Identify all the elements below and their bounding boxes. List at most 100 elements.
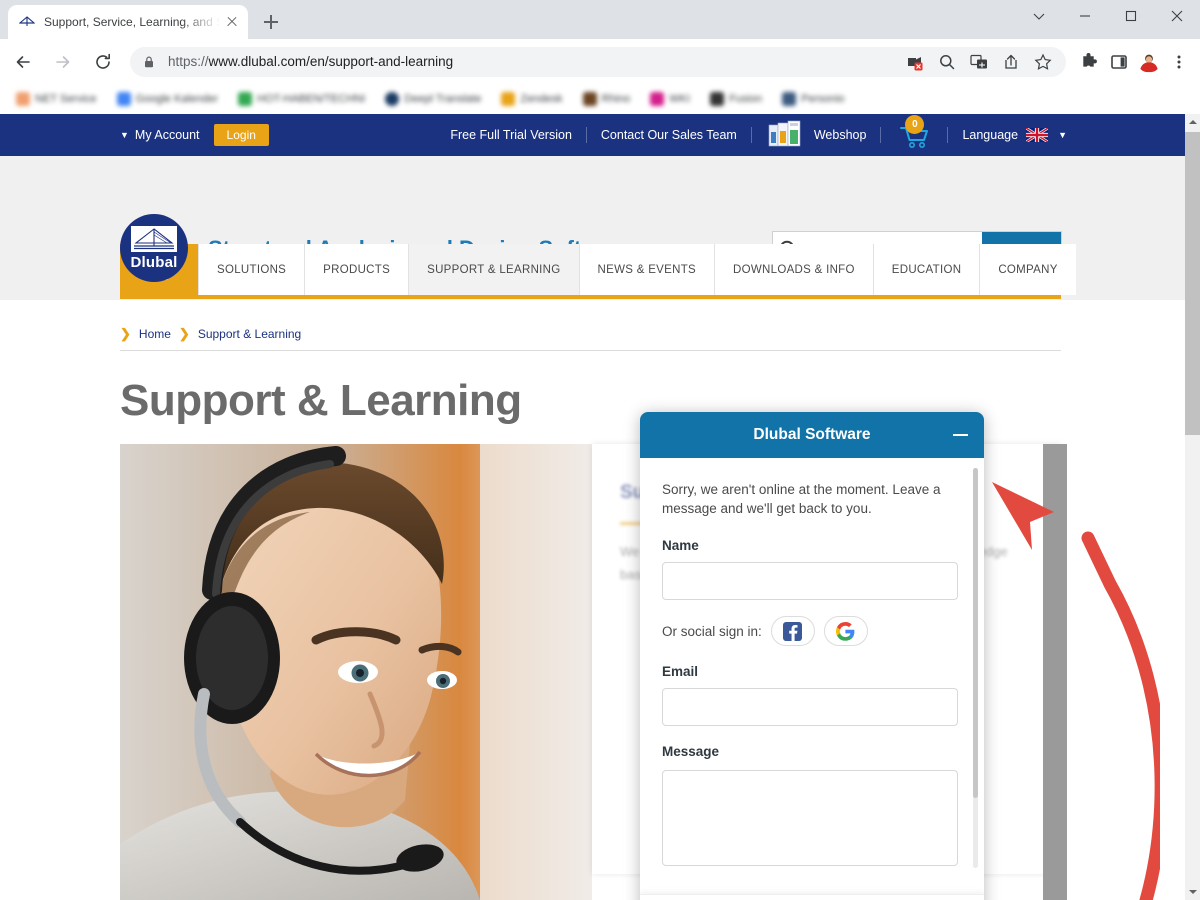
bookmark-label: Fusion (729, 93, 763, 105)
dlubal-logo[interactable]: Dlubal (120, 214, 188, 282)
site-utility-bar: ▼ My Account Login Free Full Trial Versi… (0, 114, 1185, 156)
browser-tabstrip-area: Support, Service, Learning, and S (0, 0, 1200, 39)
tab-close-icon[interactable] (224, 14, 240, 30)
login-button[interactable]: Login (213, 124, 269, 146)
url-rest: www.dlubal.com/en/support-and-learning (208, 54, 454, 69)
reload-icon[interactable] (86, 45, 120, 79)
bookmark-favicon-icon (116, 92, 131, 106)
bookmark-label: Rhino (601, 93, 631, 105)
bookmark-favicon-icon (782, 92, 797, 106)
uk-flag-icon[interactable] (1026, 128, 1049, 142)
tab-title: Support, Service, Learning, and S (44, 15, 220, 29)
chat-widget-title: Dlubal Software (753, 426, 871, 443)
address-bar[interactable]: https://www.dlubal.com/en/support-and-le… (130, 46, 1066, 77)
bookmark-favicon-icon (650, 92, 665, 106)
utility-bar-right: Free Full Trial Version Contact Our Sale… (450, 114, 1067, 156)
chat-widget-scrollbar[interactable] (973, 468, 978, 868)
webshop-link[interactable]: Webshop (814, 128, 867, 142)
translate-icon[interactable] (970, 53, 988, 71)
chevron-down-icon[interactable] (1016, 0, 1062, 32)
nav-item-education[interactable]: EDUCATION (873, 244, 981, 295)
nav-item-solutions[interactable]: SOLUTIONS (199, 244, 306, 295)
offline-message: Sorry, we aren't online at the moment. L… (662, 482, 941, 517)
dlubal-favicon-icon (19, 16, 35, 26)
chat-widget-scroll-thumb[interactable] (973, 468, 978, 798)
nav-item-company[interactable]: COMPANY (980, 244, 1076, 295)
tabstrip: Support, Service, Learning, and S (0, 0, 1000, 39)
profile-avatar-icon[interactable] (1134, 47, 1164, 77)
browser-tab[interactable]: Support, Service, Learning, and S (8, 5, 248, 39)
bookmark-item[interactable]: Fusion (704, 92, 768, 106)
page-scrollbar-thumb[interactable] (1185, 132, 1200, 435)
bookmark-item[interactable]: Zendesk (495, 92, 568, 106)
media-blocked-icon[interactable] (906, 53, 924, 71)
bookmark-item[interactable]: Google Kalender (111, 92, 225, 106)
url-text: https://www.dlubal.com/en/support-and-le… (168, 54, 453, 69)
shopping-cart-button[interactable]: 0 (895, 115, 933, 150)
forward-arrow-icon[interactable] (46, 45, 80, 79)
bookmark-item[interactable]: NET Service (10, 92, 103, 106)
google-signin-button[interactable] (823, 616, 868, 647)
minimize-icon[interactable] (1062, 0, 1108, 32)
chat-widget: Dlubal Software Sorry, we aren't online … (640, 412, 984, 900)
side-panel-icon[interactable] (1104, 47, 1134, 77)
web-page: ▼ My Account Login Free Full Trial Versi… (0, 114, 1185, 900)
back-arrow-icon[interactable] (6, 45, 40, 79)
chevron-right-icon: ❯ (120, 326, 131, 341)
message-textarea[interactable] (662, 770, 958, 867)
search-icon[interactable] (938, 53, 956, 71)
breadcrumb-item-current[interactable]: Support & Learning (198, 327, 301, 341)
product-boxes-icon[interactable] (766, 120, 804, 150)
browser-window: Support, Service, Learning, and S https:… (0, 0, 1200, 900)
bookmark-label: WKI (669, 93, 691, 105)
share-icon[interactable] (1002, 53, 1020, 71)
bookmark-label: Google Kalender (135, 93, 219, 105)
social-signin-row: Or social sign in: (662, 616, 962, 647)
language-chevron-down-icon[interactable]: ▼ (1058, 130, 1067, 140)
bookmark-favicon-icon (385, 92, 400, 106)
bookmark-item[interactable]: HOT-HABEN/TECHNI (232, 92, 371, 106)
new-tab-button[interactable] (258, 9, 284, 35)
bookmark-favicon-icon (710, 92, 725, 106)
facebook-icon (783, 621, 803, 641)
my-account-menu[interactable]: ▼ My Account (120, 128, 200, 142)
bookmark-star-icon[interactable] (1034, 53, 1052, 71)
bookmark-item[interactable]: Personio (776, 92, 850, 106)
browser-toolbar: https://www.dlubal.com/en/support-and-le… (0, 39, 1200, 84)
bookmark-item[interactable]: Deepl Translate (379, 92, 487, 106)
bookmark-favicon-icon (238, 92, 253, 106)
bookmark-favicon-icon (582, 92, 597, 106)
divider (120, 350, 1061, 351)
free-trial-link[interactable]: Free Full Trial Version (450, 128, 572, 142)
lock-icon (145, 56, 153, 67)
extensions-puzzle-icon[interactable] (1074, 47, 1104, 77)
page-viewport: ▼ My Account Login Free Full Trial Versi… (0, 114, 1200, 900)
divider (585, 127, 587, 143)
nav-item-products[interactable]: PRODUCTS (305, 244, 410, 295)
page-title: Support & Learning (120, 376, 522, 425)
scroll-down-arrow-icon[interactable] (1185, 884, 1200, 900)
nav-item-support-and-learning[interactable]: SUPPORT & LEARNING (409, 244, 580, 295)
bookmark-favicon-icon (501, 92, 516, 106)
page-scrollbar[interactable] (1185, 114, 1200, 900)
window-close-icon[interactable] (1154, 0, 1200, 32)
nav-item-news-and-events[interactable]: NEWS & EVENTS (579, 244, 716, 295)
email-input[interactable] (662, 688, 958, 727)
nav-item-downloads-and-info[interactable]: DOWNLOADS & INFO (715, 244, 874, 295)
facebook-signin-button[interactable] (770, 616, 815, 647)
contact-sales-link[interactable]: Contact Our Sales Team (601, 128, 737, 142)
breadcrumb-item-home[interactable]: Home (139, 327, 171, 341)
maximize-icon[interactable] (1108, 0, 1154, 32)
more-menu-icon[interactable] (1164, 47, 1194, 77)
chat-widget-header: Dlubal Software (640, 412, 984, 458)
scroll-up-arrow-icon[interactable] (1185, 114, 1200, 130)
url-scheme: https:// (168, 54, 209, 69)
bookmark-item[interactable]: Rhino (577, 92, 637, 106)
minimize-icon[interactable] (953, 434, 968, 436)
social-signin-label: Or social sign in: (662, 623, 762, 639)
bookmark-item[interactable]: WKI (644, 92, 696, 106)
nav-underline (120, 295, 1061, 299)
name-input[interactable] (662, 562, 958, 601)
omnibox-actions (906, 53, 1054, 71)
bookmark-label: Zendesk (520, 93, 563, 105)
